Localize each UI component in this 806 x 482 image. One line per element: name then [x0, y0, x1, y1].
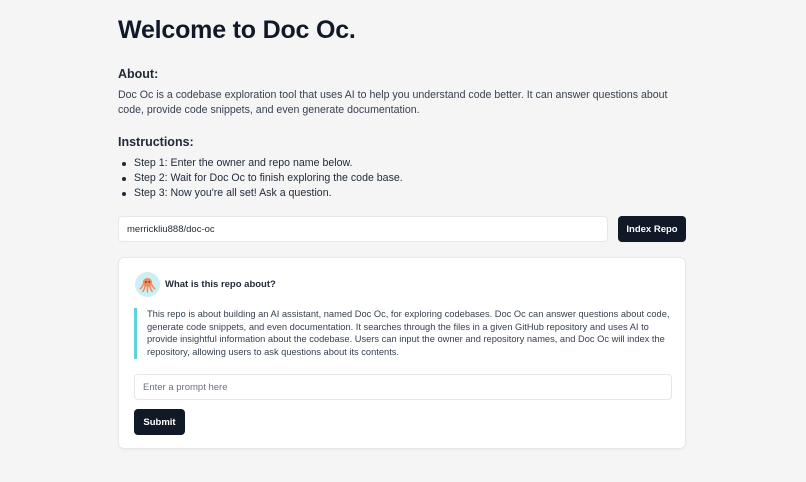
chat-question: What is this repo about?: [165, 279, 276, 290]
instructions-list: Step 1: Enter the owner and repo name be…: [118, 156, 403, 201]
prompt-input[interactable]: [134, 374, 672, 400]
list-item: Step 3: Now you're all set! Ask a questi…: [118, 186, 403, 201]
about-text: Doc Oc is a codebase exploration tool th…: [118, 89, 668, 116]
repo-input[interactable]: [118, 216, 608, 242]
chat-answer: This repo is about building an AI assist…: [134, 308, 672, 359]
list-item: Step 1: Enter the owner and repo name be…: [118, 156, 403, 171]
index-repo-button[interactable]: Index Repo: [618, 216, 686, 242]
instructions-heading: Instructions:: [118, 135, 194, 149]
submit-button[interactable]: Submit: [134, 409, 185, 435]
about-heading: About:: [118, 67, 159, 81]
page-title: Welcome to Doc Oc.: [118, 16, 356, 44]
octopus-icon: [135, 272, 160, 297]
chat-card: What is this repo about? This repo is ab…: [118, 257, 686, 449]
list-item: Step 2: Wait for Doc Oc to finish explor…: [118, 171, 403, 186]
